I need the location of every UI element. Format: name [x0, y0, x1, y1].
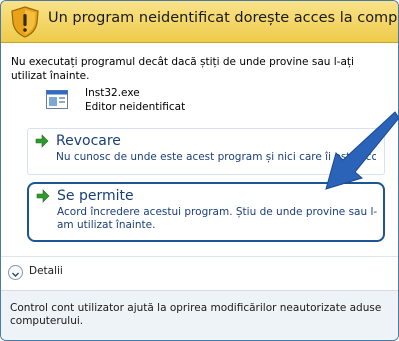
details-toggle[interactable]: Detalii: [8, 263, 98, 283]
application-icon: [46, 90, 68, 109]
program-publisher: Editor neidentificat: [85, 101, 186, 113]
dialog-header: Un program neidentificat dorește acces l…: [1, 1, 398, 43]
allow-option-description: Acord încredere acestui program. Știu de…: [57, 206, 378, 231]
footer-message: Control cont utilizator ajută la oprirea…: [10, 302, 382, 327]
cancel-option[interactable]: Revocare Nu cunosc de unde este acest pr…: [27, 128, 385, 175]
allow-option[interactable]: Se permite Acord încredere acestui progr…: [27, 182, 385, 242]
shield-warning-icon: [11, 6, 39, 38]
divider: [1, 256, 398, 257]
green-arrow-icon: [36, 189, 50, 203]
warning-message: Nu executați programul decât dacă știți …: [11, 56, 354, 82]
chevron-down-icon: [8, 265, 23, 280]
green-arrow-icon: [35, 134, 49, 148]
dialog-title: Un program neidentificat dorește acces l…: [48, 10, 399, 26]
program-file-name: Inst32.exe: [85, 87, 140, 99]
details-label: Detalii: [29, 265, 63, 277]
cancel-option-description: Nu cunosc de unde este acest program și …: [56, 151, 376, 163]
dialog-footer: Control cont utilizator ajută la oprirea…: [1, 290, 398, 340]
uac-dialog: Un program neidentificat dorește acces l…: [0, 0, 399, 341]
allow-option-title: Se permite: [57, 188, 134, 204]
cancel-option-title: Revocare: [56, 133, 121, 149]
